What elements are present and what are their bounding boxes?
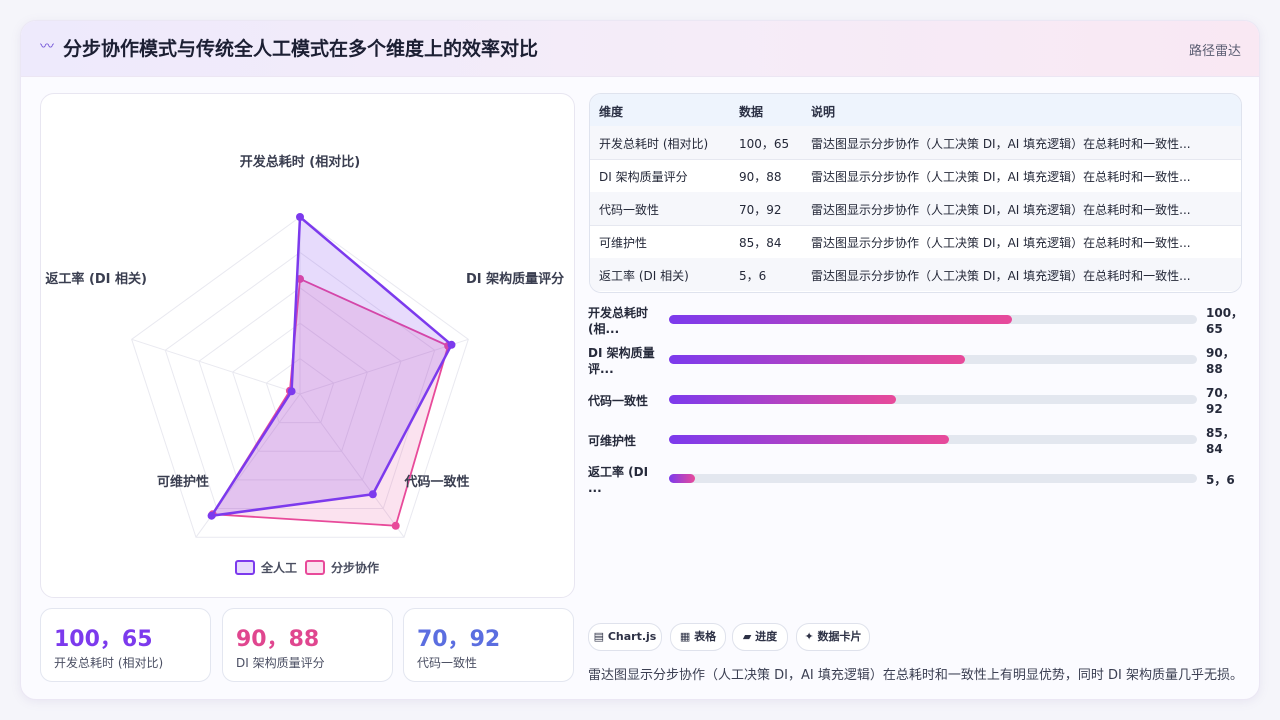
table-cell: 雷达图显示分步协作（人工决策 DI，AI 填充逻辑）在总耗时和一致性... <box>811 236 1191 250</box>
chip-progress[interactable]: ▰ 进度 <box>732 623 788 651</box>
kpi-label: 开发总耗时 (相对比) <box>54 656 164 670</box>
table-cell: 85，84 <box>739 236 782 250</box>
chart-type-tag: 路径雷达 <box>1188 44 1241 59</box>
table-cell: 雷达图显示分步协作（人工决策 DI，AI 填充逻辑）在总耗时和一致性... <box>811 203 1191 217</box>
progress-value: 100，65 <box>1206 306 1244 336</box>
progress-fill <box>669 435 949 444</box>
radar-point[interactable] <box>391 521 400 530</box>
legend-label[interactable]: 分步协作 <box>331 560 379 575</box>
table-cell: 代码一致性 <box>599 203 660 217</box>
progress-value: 90，88 <box>1206 346 1235 376</box>
chip-chartjs[interactable]: ▤ Chart.js <box>588 623 662 651</box>
column-header: 数据 <box>739 105 764 119</box>
progress-track <box>669 315 1197 324</box>
progress-row: DI 架构质量评... 90，88 <box>588 345 1243 381</box>
radar-axis-label: DI 架构质量评分 <box>466 271 564 287</box>
legend-swatch[interactable] <box>235 560 255 575</box>
kpi-label: 代码一致性 <box>417 656 478 670</box>
radar-series-area <box>210 215 453 517</box>
progress-row: 开发总耗时 (相... 100，65 <box>588 305 1243 341</box>
progress-label: 开发总耗时 (相... <box>588 306 649 336</box>
kpi-card: 90，88 DI 架构质量评分 <box>222 608 393 682</box>
table-row: 代码一致性 70，92 雷达图显示分步协作（人工决策 DI，AI 填充逻辑）在总… <box>590 192 1241 226</box>
column-header: 说明 <box>811 105 836 119</box>
progress-label: 代码一致性 <box>588 394 649 408</box>
progress-track <box>669 395 1197 404</box>
kpi-value: 70，92 <box>417 627 501 652</box>
progress-row: 代码一致性 70，92 <box>588 385 1243 421</box>
kpi-value: 90，88 <box>236 627 320 652</box>
chip-data-card[interactable]: ✦ 数据卡片 <box>796 623 870 651</box>
progress-fill <box>669 474 696 483</box>
progress-track <box>669 435 1197 444</box>
column-header: 维度 <box>599 105 624 119</box>
data-table: 维度 数据 说明 开发总耗时 (相对比) 100，65 雷达图显示分步协作（人工… <box>589 93 1242 293</box>
progress-label: 可维护性 <box>588 434 637 448</box>
summary-text: 雷达图显示分步协作（人工决策 DI，AI 填充逻辑）在总耗时和一致性上有明显优势… <box>588 668 1243 683</box>
table-cell: 90，88 <box>739 170 782 184</box>
radar-chart-panel: 开发总耗时 (相对比) DI 架构质量评分代码一致性 可维护性 返工率 (DI 相关)… <box>40 93 575 598</box>
radar-point[interactable] <box>296 213 304 221</box>
progress-value: 70，92 <box>1206 386 1235 416</box>
header: 〰 分步协作模式与传统全人工模式在多个维度上的效率对比 路径雷达 <box>21 21 1259 77</box>
table-cell: 70，92 <box>739 203 782 217</box>
dashboard-card: 〰 分步协作模式与传统全人工模式在多个维度上的效率对比 路径雷达 开发总耗时 (… <box>20 20 1260 700</box>
progress-row: 返工率 (DI ... 5，6 <box>588 464 1243 500</box>
progress-fill <box>669 395 897 404</box>
table-cell: 雷达图显示分步协作（人工决策 DI，AI 填充逻辑）在总耗时和一致性... <box>811 269 1191 283</box>
table-cell: 100，65 <box>739 137 790 151</box>
table-cell: DI 架构质量评分 <box>599 170 688 184</box>
table-header-row: 维度 数据 说明 <box>590 94 1241 127</box>
table-cell: 雷达图显示分步协作（人工决策 DI，AI 填充逻辑）在总耗时和一致性... <box>811 137 1191 151</box>
legend-label[interactable]: 全人工 <box>260 560 297 575</box>
table-cell: 返工率 (DI 相关) <box>599 269 689 283</box>
radar-point[interactable] <box>207 511 216 520</box>
legend-swatch[interactable] <box>305 560 325 575</box>
table-row: DI 架构质量评分 90，88 雷达图显示分步协作（人工决策 DI，AI 填充逻… <box>590 159 1241 193</box>
progress-label: 返工率 (DI ... <box>588 465 649 495</box>
table-row: 可维护性 85，84 雷达图显示分步协作（人工决策 DI，AI 填充逻辑）在总耗… <box>590 225 1241 259</box>
progress-fill <box>669 315 1013 324</box>
table-row: 返工率 (DI 相关) 5，6 雷达图显示分步协作（人工决策 DI，AI 填充逻… <box>590 258 1241 291</box>
chip-table[interactable]: ▦ 表格 <box>670 623 726 651</box>
progress-row: 可维护性 85，84 <box>588 425 1243 461</box>
progress-label: DI 架构质量评... <box>588 346 655 376</box>
page-title: 分步协作模式与传统全人工模式在多个维度上的效率对比 <box>63 38 539 60</box>
radar-axis-label: 返工率 (DI 相关) <box>45 271 147 287</box>
progress-fill <box>669 355 965 364</box>
kpi-value: 100，65 <box>54 627 153 652</box>
progress-track <box>669 355 1197 364</box>
radar-point[interactable] <box>447 340 456 349</box>
table-cell: 开发总耗时 (相对比) <box>599 137 709 151</box>
kpi-card: 70，92 代码一致性 <box>403 608 574 682</box>
progress-value: 85，84 <box>1206 426 1235 456</box>
progress-value: 5，6 <box>1206 473 1235 487</box>
radar-chart: 开发总耗时 (相对比) DI 架构质量评分代码一致性 可维护性 返工率 (DI 相关)… <box>45 154 564 575</box>
radar-axis-label: 代码一致性 <box>403 474 469 490</box>
kpi-label: DI 架构质量评分 <box>236 656 325 670</box>
progress-track <box>669 474 1197 483</box>
radar-spoke <box>131 338 301 395</box>
radar-point[interactable] <box>287 387 296 396</box>
table-cell: 可维护性 <box>599 236 648 250</box>
radar-axis-label: 开发总耗时 (相对比) <box>240 154 360 170</box>
table-cell: 5，6 <box>739 269 767 283</box>
table-cell: 雷达图显示分步协作（人工决策 DI，AI 填充逻辑）在总耗时和一致性... <box>811 170 1191 184</box>
wave-icon: 〰 <box>40 39 54 55</box>
kpi-card: 100，65 开发总耗时 (相对比) <box>40 608 211 682</box>
table-row: 开发总耗时 (相对比) 100，65 雷达图显示分步协作（人工决策 DI，AI … <box>590 126 1241 160</box>
radar-axis-label: 可维护性 <box>157 474 209 490</box>
radar-point[interactable] <box>368 490 377 499</box>
